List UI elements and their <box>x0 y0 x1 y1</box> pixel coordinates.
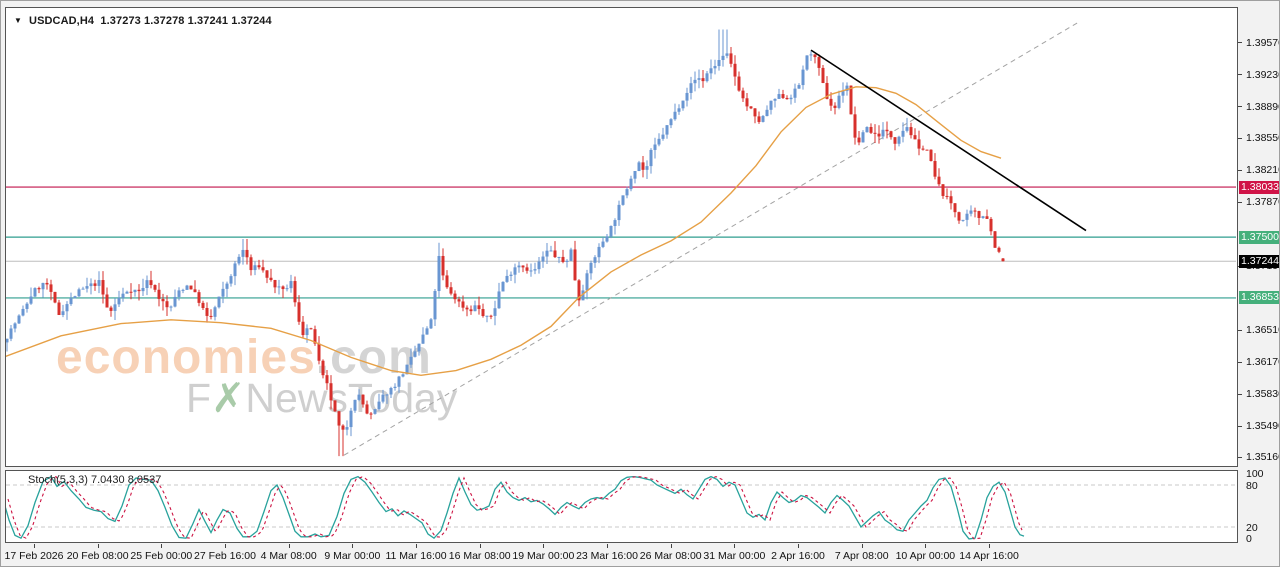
trendline-descending-resistance <box>811 50 1086 230</box>
price-tick <box>1238 138 1242 139</box>
moving-average-line <box>6 87 1001 376</box>
time-tick <box>671 544 672 548</box>
candles-series <box>6 29 1005 456</box>
ohlc-readout: 1.37273 1.37278 1.37241 1.37244 <box>100 15 271 27</box>
price-tick-label: 1.35490 <box>1246 420 1280 432</box>
time-tick-label: 4 Mar 08:00 <box>261 550 317 562</box>
time-tick <box>352 544 353 548</box>
time-tick <box>798 544 799 548</box>
price-tick-label: 1.38550 <box>1246 132 1280 144</box>
price-chart-pane[interactable]: economies.com F✗NewsToday ▼USDCAD,H4 1.3… <box>5 7 1238 467</box>
time-tick-label: 31 Mar 00:00 <box>703 550 765 562</box>
price-tick-label: 1.38210 <box>1246 164 1280 176</box>
time-tick-label: 10 Apr 00:00 <box>896 550 956 562</box>
stochastic-pane[interactable]: Stoch(5,3,3) 7.0430 8.0537 <box>5 470 1238 543</box>
price-tick-label: 1.35830 <box>1246 388 1280 400</box>
symbol-dropdown-icon: ▼ <box>14 16 22 25</box>
time-tick <box>161 544 162 548</box>
stochastic-canvas[interactable] <box>6 471 1237 542</box>
price-tick <box>1238 426 1242 427</box>
stoch-scale-label: 80 <box>1246 480 1258 492</box>
time-tick <box>289 544 290 548</box>
time-tick <box>989 544 990 548</box>
price-tick-label: 1.36510 <box>1246 324 1280 336</box>
time-tick <box>480 544 481 548</box>
time-tick <box>98 544 99 548</box>
time-tick-label: 16 Mar 08:00 <box>449 550 511 562</box>
price-tick-label: 1.36170 <box>1246 356 1280 368</box>
price-tick <box>1238 457 1242 458</box>
price-tick <box>1238 42 1242 43</box>
price-tick <box>1238 202 1242 203</box>
time-tick-label: 11 Mar 16:00 <box>385 550 446 562</box>
time-tick-label: 26 Mar 08:00 <box>640 550 702 562</box>
time-tick-label: 25 Feb 00:00 <box>130 550 192 562</box>
price-chart-canvas[interactable] <box>6 8 1237 466</box>
chart-title: ▼ USDCAD,H4 1.37273 1.37278 1.37241 1.372… <box>14 15 272 27</box>
price-tick <box>1238 394 1242 395</box>
stoch-scale-label: 0 <box>1246 533 1252 545</box>
time-tick-label: 19 Mar 00:00 <box>512 550 574 562</box>
time-axis[interactable]: 17 Feb 202620 Feb 08:0025 Feb 00:0027 Fe… <box>1 543 1238 565</box>
price-level-badge: 1.38033 <box>1239 181 1280 194</box>
time-tick <box>862 544 863 548</box>
time-tick <box>925 544 926 548</box>
price-tick <box>1238 170 1242 171</box>
time-tick-label: 2 Apr 16:00 <box>771 550 825 562</box>
time-tick <box>607 544 608 548</box>
price-tick <box>1238 106 1242 107</box>
symbol-timeframe: USDCAD,H4 <box>29 15 94 27</box>
time-tick-label: 9 Mar 00:00 <box>324 550 380 562</box>
time-tick <box>225 544 226 548</box>
price-level-badge: 1.36853 <box>1239 291 1280 304</box>
time-tick <box>543 544 544 548</box>
time-tick-label: 7 Apr 08:00 <box>835 550 889 562</box>
time-tick <box>416 544 417 548</box>
current-price-badge: 1.37244 <box>1239 255 1280 268</box>
time-tick <box>734 544 735 548</box>
price-tick-label: 1.37870 <box>1246 196 1280 208</box>
stoch-k-value: 7.0430 <box>91 474 125 486</box>
chart-window: economies.com F✗NewsToday ▼USDCAD,H4 1.3… <box>0 0 1280 567</box>
stoch-scale-label: 100 <box>1246 468 1264 480</box>
time-tick <box>34 544 35 548</box>
price-tick <box>1238 362 1242 363</box>
time-tick-label: 14 Apr 16:00 <box>959 550 1019 562</box>
stoch-d-value: 8.0537 <box>128 474 162 486</box>
time-tick-label: 23 Mar 16:00 <box>576 550 638 562</box>
time-tick-label: 27 Feb 16:00 <box>194 550 256 562</box>
trendline-ascending-support <box>344 22 1079 455</box>
time-tick-label: 20 Feb 08:00 <box>67 550 129 562</box>
price-tick-label: 1.35160 <box>1246 451 1280 463</box>
price-tick-label: 1.39230 <box>1246 69 1280 81</box>
price-tick <box>1238 330 1242 331</box>
price-axis[interactable]: 1.39570 1.39230 1.38890 1.38550 1.38210 1.378… <box>1238 1 1280 567</box>
stochastic-label: Stoch(5,3,3) 7.0430 8.0537 <box>28 474 161 486</box>
price-tick-label: 1.38890 <box>1246 101 1280 113</box>
price-level-badge: 1.37500 <box>1239 231 1280 244</box>
time-tick-label: 17 Feb 2026 <box>5 550 64 562</box>
price-tick-label: 1.39570 <box>1246 37 1280 49</box>
price-tick <box>1238 74 1242 75</box>
